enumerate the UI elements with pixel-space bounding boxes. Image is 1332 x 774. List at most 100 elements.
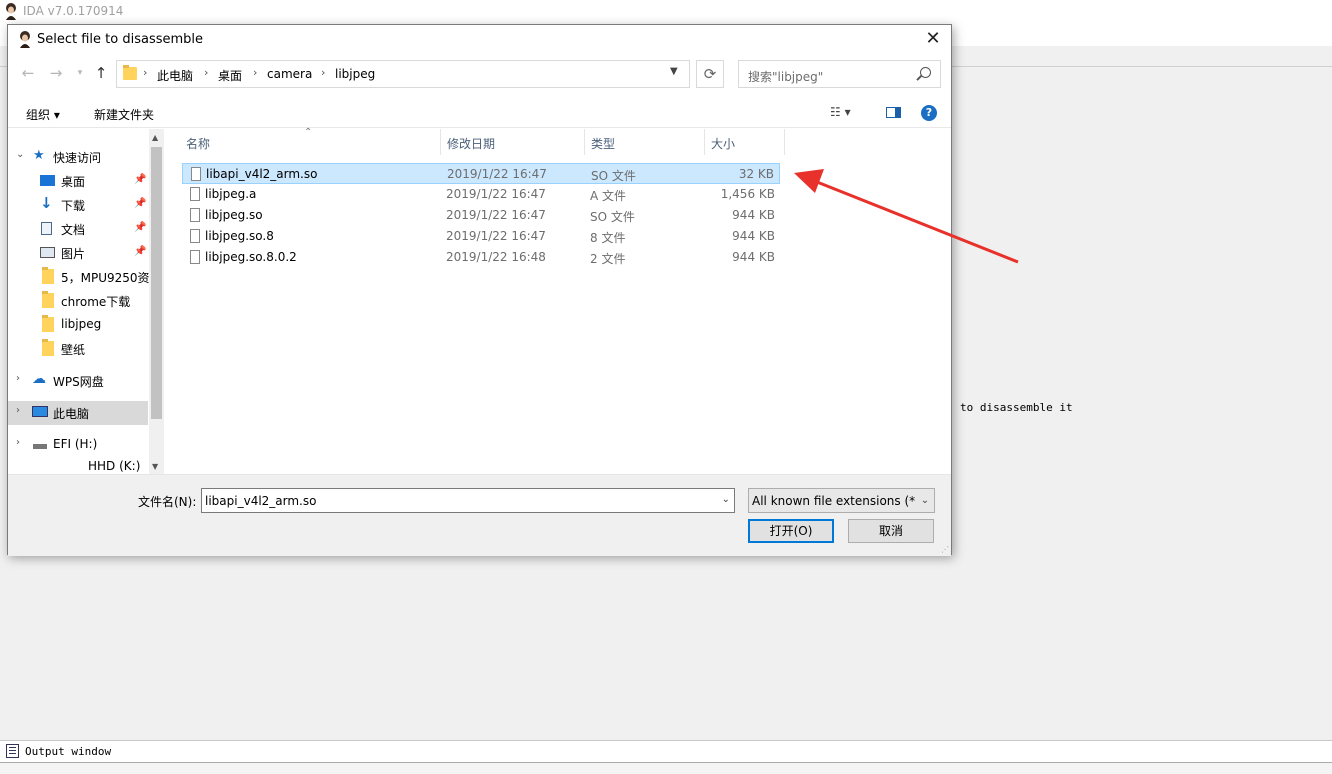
file-name: libapi_v4l2_arm.so (206, 167, 318, 181)
nav-item-label: chrome下载 (61, 295, 131, 309)
file-row[interactable]: libjpeg.so.8.0.2 2019/1/22 16:48 2 文件 94… (182, 247, 780, 268)
collapsed-chevron-icon[interactable]: › (16, 437, 20, 448)
file-row[interactable]: libjpeg.so 2019/1/22 16:47 SO 文件 944 KB (182, 205, 780, 226)
folder-icon (123, 65, 137, 80)
computer-icon (32, 406, 48, 417)
nav-item-documents[interactable]: 文档 📌 (8, 217, 148, 241)
open-button[interactable]: 打开(O) (748, 519, 834, 543)
dialog-title: Select file to disassemble (37, 32, 204, 47)
file-type-filter-select[interactable]: All known file extensions (*.3 ⌄ (748, 488, 935, 513)
scrollbar-thumb[interactable] (151, 147, 162, 419)
document-icon (41, 222, 52, 235)
column-divider[interactable] (440, 129, 441, 155)
pin-icon[interactable]: 📌 (134, 174, 146, 185)
chevron-down-icon[interactable]: ⌄ (722, 494, 730, 505)
forward-arrow-icon[interactable]: → (46, 63, 66, 83)
nav-this-pc[interactable]: › 此电脑 (8, 401, 148, 425)
nav-quick-access[interactable]: ⌄ ★ 快速访问 (8, 145, 148, 169)
file-name: libjpeg.so (205, 208, 263, 222)
command-bar: 组织 ▾ 新建文件夹 ☷ ▾ ? (8, 99, 951, 128)
column-header-type[interactable]: 类型 (591, 135, 615, 152)
filename-area: 文件名(N): libapi_v4l2_arm.so ⌄ All known f… (8, 474, 951, 556)
expanded-chevron-icon[interactable]: ⌄ (16, 149, 24, 160)
search-input[interactable]: 搜索"libjpeg" (738, 60, 941, 88)
output-window-tab[interactable]: Output window (0, 740, 1332, 763)
help-icon[interactable]: ? (921, 105, 937, 121)
file-date: 2019/1/22 16:47 (446, 208, 546, 222)
nav-item-label: 图片 (61, 247, 86, 261)
resize-grip-icon[interactable]: ⋰ (941, 545, 949, 554)
new-folder-button[interactable]: 新建文件夹 (94, 106, 154, 123)
nav-item-label: 下载 (61, 199, 86, 213)
file-row[interactable]: libjpeg.a 2019/1/22 16:47 A 文件 1,456 KB (182, 184, 780, 205)
nav-item-label: libjpeg (61, 317, 102, 331)
cancel-button[interactable]: 取消 (848, 519, 934, 543)
breadcrumb-camera[interactable]: camera (267, 67, 312, 81)
nav-item-label: 文档 (61, 223, 86, 237)
breadcrumb-chevron-icon[interactable]: › (321, 66, 325, 79)
chevron-down-icon[interactable]: ⌄ (916, 489, 934, 512)
pin-icon[interactable]: 📌 (134, 222, 146, 233)
pin-icon[interactable]: 📌 (134, 246, 146, 257)
address-bar[interactable]: › 此电脑 › 桌面 › camera › libjpeg ▼ (116, 60, 690, 88)
nav-efi-drive[interactable]: › EFI (H:) (8, 433, 148, 457)
file-date: 2019/1/22 16:47 (447, 167, 547, 181)
column-divider[interactable] (784, 129, 785, 155)
file-row[interactable]: libjpeg.so.8 2019/1/22 16:47 8 文件 944 KB (182, 226, 780, 247)
folder-icon (42, 339, 54, 356)
file-list: ⌃ 名称 修改日期 类型 大小 libapi_v4l2_arm.so 2019/… (164, 127, 951, 474)
file-row[interactable]: libapi_v4l2_arm.so 2019/1/22 16:47 SO 文件… (182, 163, 780, 184)
recent-locations-chevron-icon[interactable]: ▾ (70, 63, 90, 83)
search-placeholder: 搜索"libjpeg" (748, 70, 824, 84)
column-divider[interactable] (584, 129, 585, 155)
file-type: A 文件 (590, 189, 627, 203)
breadcrumb-chevron-icon[interactable]: › (204, 66, 208, 79)
file-name: libjpeg.so.8 (205, 229, 274, 243)
close-icon[interactable]: ✕ (921, 28, 945, 52)
folder-icon (42, 315, 54, 332)
nav-item-label: HHD (K:) (88, 459, 141, 473)
collapsed-chevron-icon[interactable]: › (16, 373, 20, 384)
drive-icon (33, 444, 47, 449)
nav-partial-drive[interactable]: HHD (K:) (8, 459, 148, 474)
navigation-pane: ⌄ ★ 快速访问 桌面 📌 ↓ 下载 📌 文档 📌 图片 📌 5，MPU9250… (8, 129, 164, 474)
nav-item-mpu9250[interactable]: 5，MPU9250资 (8, 265, 150, 289)
nav-item-chrome-downloads[interactable]: chrome下载 (8, 289, 148, 313)
breadcrumb-desktop[interactable]: 桌面 (218, 67, 242, 84)
breadcrumb-chevron-icon[interactable]: › (143, 66, 147, 79)
organize-button[interactable]: 组织 ▾ (26, 106, 60, 123)
pin-icon[interactable]: 📌 (134, 198, 146, 209)
filename-input[interactable]: libapi_v4l2_arm.so ⌄ (201, 488, 735, 513)
scroll-up-icon[interactable]: ▲ (152, 133, 158, 142)
status-strip (0, 762, 1332, 774)
nav-item-desktop[interactable]: 桌面 📌 (8, 169, 148, 193)
file-name: libjpeg.a (205, 187, 257, 201)
column-divider[interactable] (704, 129, 705, 155)
nav-wps-drive[interactable]: › ☁ WPS网盘 (8, 369, 148, 393)
breadcrumb-chevron-icon[interactable]: › (253, 66, 257, 79)
breadcrumb-libjpeg[interactable]: libjpeg (335, 67, 375, 81)
file-date: 2019/1/22 16:47 (446, 229, 546, 243)
search-icon[interactable] (920, 67, 931, 78)
nav-item-wallpaper[interactable]: 壁纸 (8, 337, 148, 361)
nav-item-libjpeg[interactable]: libjpeg (8, 313, 148, 337)
preview-pane-icon[interactable] (886, 107, 901, 118)
collapsed-chevron-icon[interactable]: › (16, 405, 20, 416)
breadcrumb-this-pc[interactable]: 此电脑 (157, 67, 193, 84)
column-header-name[interactable]: 名称 (186, 135, 210, 152)
filter-value: All known file extensions (*.3 (752, 494, 927, 508)
back-arrow-icon[interactable]: ← (18, 63, 38, 83)
nav-item-pictures[interactable]: 图片 📌 (8, 241, 148, 265)
column-header-date[interactable]: 修改日期 (447, 135, 495, 152)
nav-item-label: EFI (H:) (53, 437, 98, 451)
ida-logo-icon (20, 31, 30, 48)
scroll-down-icon[interactable]: ▼ (152, 462, 158, 471)
view-options-icon[interactable]: ☷ ▾ (830, 105, 851, 119)
up-arrow-icon[interactable]: ↑ (91, 63, 111, 83)
file-size: 944 KB (732, 208, 775, 222)
refresh-icon[interactable]: ⟳ (696, 60, 724, 88)
address-dropdown-icon[interactable]: ▼ (670, 66, 678, 77)
column-header-size[interactable]: 大小 (711, 135, 735, 152)
nav-scrollbar[interactable]: ▲ ▼ (149, 129, 164, 474)
nav-item-downloads[interactable]: ↓ 下载 📌 (8, 193, 148, 217)
